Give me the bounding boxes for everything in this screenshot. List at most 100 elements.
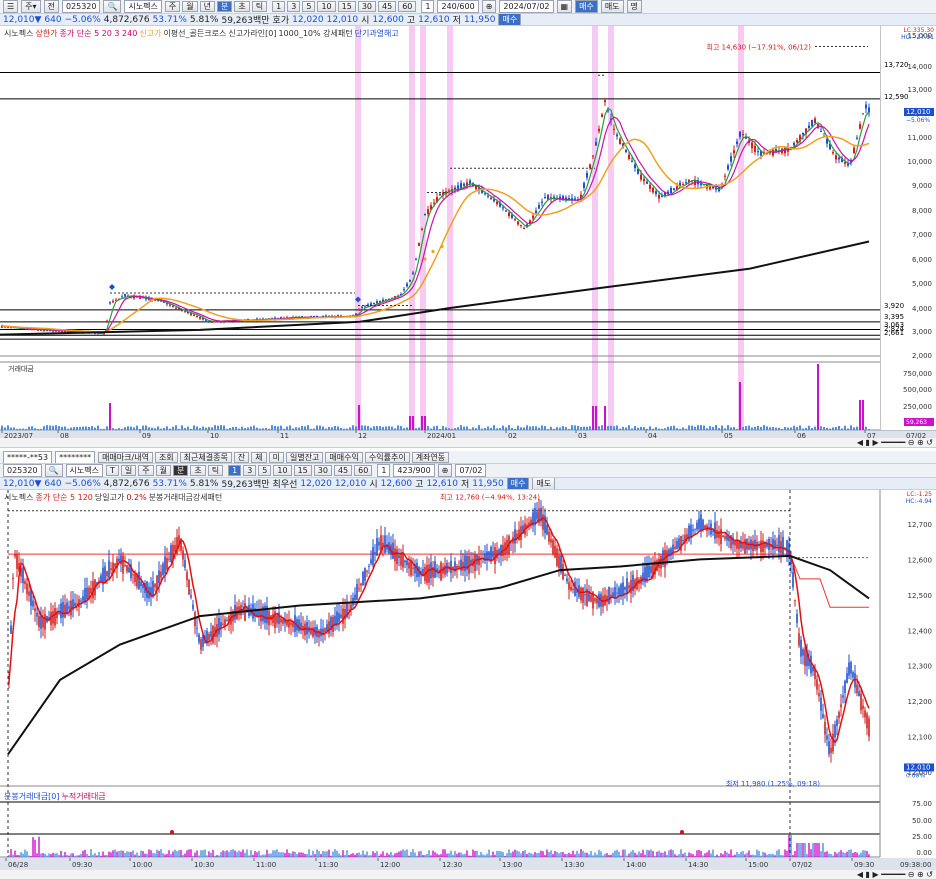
volume-bar [48,853,50,857]
account-input[interactable]: *****-**53 [3,451,53,463]
bottom-bar-count[interactable]: 423/900 [393,464,435,477]
account-button-8[interactable]: 수익률추이 [364,451,410,463]
bottom-period-4[interactable]: 분 [172,465,189,476]
bottom-period-1[interactable]: 일 [120,465,137,476]
stock-name[interactable]: 시노펙스 [124,0,162,13]
bottom-stock-code[interactable]: 025320 [3,464,42,477]
search-icon[interactable]: 🔍 [103,0,122,13]
volume-bar [252,854,254,857]
candle-body [518,529,520,541]
volume-bar [10,849,12,857]
account-button-7[interactable]: 매매수익 [325,451,363,463]
bottom-buy-button[interactable]: 매수 [506,478,530,489]
period-0[interactable]: 주 [164,1,181,12]
minute-30[interactable]: 30 [357,1,376,12]
candle-body [361,306,363,308]
price-tick: 12,600 [908,556,933,564]
bottom-period-6[interactable]: 틱 [207,465,224,476]
volume-bar [546,849,548,857]
volume-bar [802,843,804,857]
volume-bar [722,854,724,857]
scroll-controls[interactable]: ◀ ▮ ▶ ━━━━━ ⊖ ⊕ ↺ [857,438,933,447]
password-input[interactable]: ******** [55,451,96,463]
period-5[interactable]: 틱 [251,1,268,12]
account-button-5[interactable]: 미 [268,451,284,463]
bottom-sell-button[interactable]: 매도 [532,478,556,489]
bottom-scroll-bar[interactable]: ◀ ▮ ▶ ━━━━━ ⊖ ⊕ ↺ [0,870,936,880]
candle-body [580,587,582,601]
tab-jeon[interactable]: 전 [43,0,59,13]
volume-bar [178,850,180,857]
volume-bar [318,851,320,857]
minute-15[interactable]: 15 [337,1,356,12]
bottom-zoom-icon[interactable]: ⊕ [437,464,453,477]
volume-bar [300,852,302,857]
account-button-9[interactable]: 계좌연동 [411,451,450,463]
bottom-minute-30[interactable]: 30 [313,465,332,476]
bottom-period-3[interactable]: 월 [155,465,171,476]
period-4[interactable]: 초 [234,1,250,12]
minute-60[interactable]: 60 [398,1,417,12]
bottom-minute-60[interactable]: 60 [354,465,373,476]
bottom-period-5[interactable]: 초 [190,465,206,476]
buy-button[interactable]: 매수 [575,0,598,13]
date-input[interactable]: 2024/07/02 [499,0,554,13]
volume-bar [154,853,156,857]
account-button-0[interactable]: 매매마크/내역 [98,451,153,463]
bottom-minute-5[interactable]: 5 [258,465,272,476]
menu-icon[interactable]: ☰ [3,0,19,13]
volume-bar [340,855,342,857]
volume-bar [388,854,390,857]
bottom-scroll-controls[interactable]: ◀ ▮ ▶ ━━━━━ ⊖ ⊕ ↺ [857,870,933,879]
zoom-icon[interactable]: ⊕ [481,0,497,13]
bottom-minute-value[interactable]: 1 [377,464,391,477]
volume-bar [32,837,34,857]
minute-5[interactable]: 5 [302,1,316,12]
account-button-2[interactable]: 최근체결종목 [179,451,232,463]
account-button-6[interactable]: 일별잔고 [285,451,324,463]
bottom-price-chart[interactable]: 최고 12,760 (−4.94%, 13:24) 최저 11,980 (1.25… [0,490,936,858]
stock-code-input[interactable]: 025320 [61,0,101,13]
minute-45[interactable]: 45 [378,1,397,12]
minute-1[interactable]: 1 [272,1,286,12]
account-button-3[interactable]: 잔 [233,451,250,463]
account-button-4[interactable]: 체 [251,451,267,463]
quote-mode-button[interactable]: 매수 [498,14,522,25]
volume-bar [176,851,178,857]
extra-button[interactable]: 명 [626,0,642,13]
minute-value[interactable]: 1 [421,0,435,13]
account-button-1[interactable]: 조회 [154,451,178,463]
period-2[interactable]: 년 [199,1,216,12]
price-tick: 11,000 [908,134,933,142]
volume-bar [796,843,798,857]
top-price-chart[interactable]: 최고 14,630 (−17.91%, 06/12) 거래대금 [0,26,936,431]
volume-bar [588,854,590,857]
minute-3[interactable]: 3 [287,1,301,12]
sell-button[interactable]: 매도 [600,0,624,13]
calendar-icon[interactable]: ▦ [556,0,573,13]
time-label: 12:30 [442,861,462,869]
bottom-period-0[interactable]: T [105,465,119,476]
period-1[interactable]: 월 [182,1,198,12]
bottom-minute-1[interactable]: 1 [228,465,242,476]
bottom-search-icon[interactable]: 🔍 [44,464,63,477]
period-3[interactable]: 분 [217,1,233,12]
bar-count[interactable]: 240/600 [437,0,479,13]
bottom-period-2[interactable]: 주 [138,465,154,476]
bottom-stock-name[interactable]: 시노펙스 [65,464,103,477]
top-scroll-bar[interactable]: ◀ ▮ ▶ ━━━━━ ⊖ ⊕ ↺ [0,438,936,448]
candle-body [546,525,548,535]
chart-type-dropdown[interactable]: 주▾ [21,0,41,13]
time-label: 09:30 [854,861,874,869]
bottom-minute-45[interactable]: 45 [333,465,353,476]
bottom-date-input[interactable]: 07/02 [455,464,487,477]
volume-bar [414,852,416,857]
volume-bar [838,851,840,857]
bottom-minute-3[interactable]: 3 [243,465,257,476]
minute-10[interactable]: 10 [317,1,336,12]
volume-bar [384,855,386,857]
candle-body [128,567,130,573]
bottom-minute-15[interactable]: 15 [293,465,312,476]
candle-body [328,621,330,634]
bottom-minute-10[interactable]: 10 [273,465,292,476]
